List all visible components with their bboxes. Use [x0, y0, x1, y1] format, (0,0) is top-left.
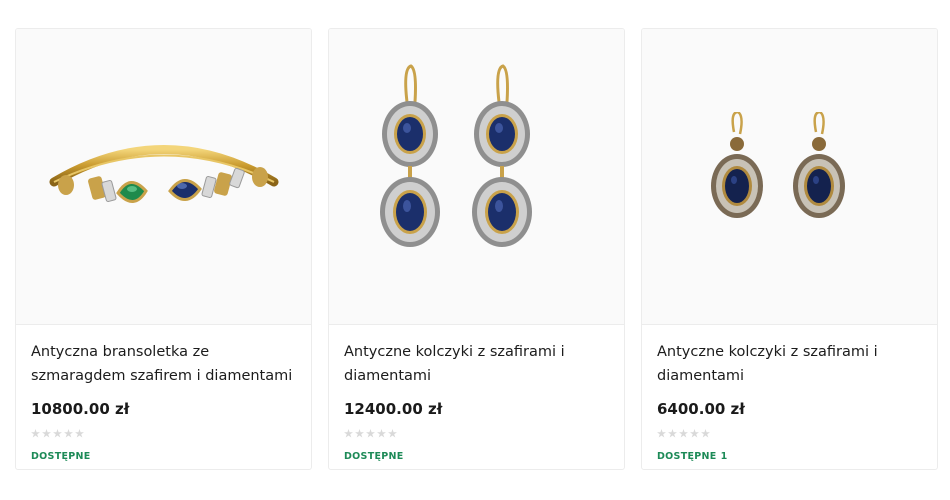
bracelet-image [49, 144, 278, 203]
stock-count: 1 [720, 451, 728, 462]
product-image-link[interactable] [329, 29, 624, 325]
availability-status: DOSTĘPNE [344, 451, 609, 462]
star-empty-icon [690, 429, 699, 438]
star-empty-icon [366, 429, 375, 438]
product-price: 10800.00 zł [31, 400, 130, 418]
product-grid: Antyczna bransoletka ze szmaragdem szafi… [15, 28, 938, 470]
availability-label: DOSTĘPNE [31, 451, 91, 462]
star-empty-icon [75, 429, 84, 438]
star-empty-icon [64, 429, 73, 438]
star-empty-icon [53, 429, 62, 438]
availability-label: DOSTĘPNE [344, 451, 404, 462]
product-card[interactable]: Antyczne kolczyki z szafirami i diamenta… [328, 28, 625, 470]
star-empty-icon [42, 429, 51, 438]
earrings-drop-image [379, 63, 532, 247]
product-card[interactable]: Antyczna bransoletka ze szmaragdem szafi… [15, 28, 312, 470]
availability-status: DOSTĘPNE 1 [657, 451, 922, 462]
product-image-link[interactable] [16, 29, 311, 325]
product-card[interactable]: Antyczne kolczyki z szafirami i diamenta… [641, 28, 938, 470]
product-price: 6400.00 zł [657, 400, 745, 418]
star-empty-icon [701, 429, 710, 438]
rating-stars [31, 429, 296, 439]
star-empty-icon [668, 429, 677, 438]
star-empty-icon [377, 429, 386, 438]
star-empty-icon [388, 429, 397, 438]
star-empty-icon [355, 429, 364, 438]
product-price: 12400.00 zł [344, 400, 443, 418]
product-title-link[interactable]: Antyczne kolczyki z szafirami i diamenta… [344, 341, 609, 388]
star-empty-icon [344, 429, 353, 438]
star-empty-icon [31, 429, 40, 438]
earrings-stud-image [710, 111, 845, 218]
product-title-link[interactable]: Antyczna bransoletka ze szmaragdem szafi… [31, 341, 296, 388]
availability-label: DOSTĘPNE [657, 451, 717, 462]
availability-status: DOSTĘPNE [31, 451, 296, 462]
star-empty-icon [679, 429, 688, 438]
rating-stars [344, 429, 609, 439]
rating-stars [657, 429, 922, 439]
star-empty-icon [657, 429, 666, 438]
product-title-link[interactable]: Antyczne kolczyki z szafirami i diamenta… [657, 341, 922, 388]
product-image-link[interactable] [642, 29, 937, 325]
